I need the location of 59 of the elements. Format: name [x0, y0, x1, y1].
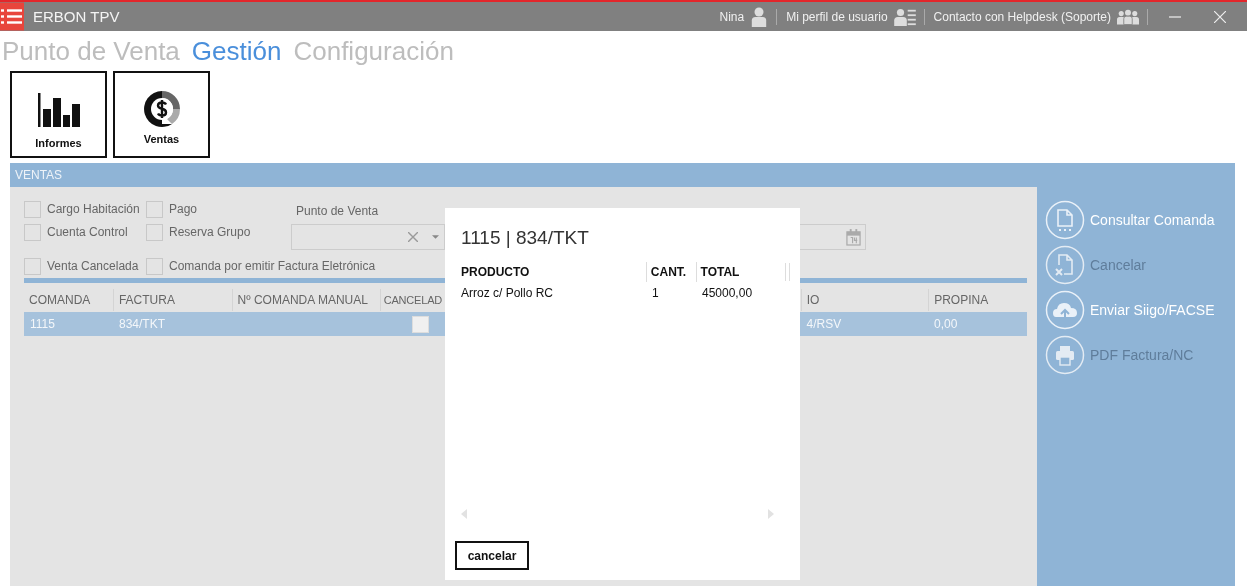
checkbox[interactable]: [24, 257, 41, 275]
checkbox-label: Cuenta Control: [47, 224, 128, 241]
checkbox-label: Cargo Habitación: [47, 201, 140, 218]
document-icon: [1045, 200, 1085, 240]
column-header: CANCELAD: [379, 289, 441, 311]
dollar-coin-icon: [141, 89, 182, 129]
header-link[interactable]: Mi perfil de usuario: [786, 9, 888, 24]
module-tile[interactable]: Informes: [10, 71, 107, 158]
checkbox[interactable]: [146, 224, 163, 241]
caret-icon[interactable]: [432, 235, 439, 239]
user-icon[interactable]: [750, 6, 769, 27]
profile-icon[interactable]: [893, 7, 916, 26]
panel-title: VENTAS: [14, 167, 64, 184]
table-cell-text: 1: [651, 286, 660, 300]
document-x-icon: [1045, 245, 1085, 285]
module-tile[interactable]: Ventas: [113, 71, 210, 158]
column-header: PRODUCTO: [461, 264, 531, 281]
checkbox[interactable]: [24, 224, 41, 241]
column-header: CANT.: [645, 262, 696, 282]
scroll-right-icon[interactable]: [768, 509, 774, 519]
checkbox[interactable]: [146, 257, 163, 275]
printer-icon: [1045, 335, 1085, 375]
menu-icon[interactable]: [0, 2, 24, 31]
dropdown-field[interactable]: [291, 224, 445, 250]
table-cell-text: 0,00: [933, 317, 959, 331]
checkbox-label: Reserva Grupo: [169, 224, 251, 241]
dialog-title: 1115 | 834/TKT: [461, 227, 590, 250]
table-cell-text: 4/RSV: [805, 317, 843, 331]
nav-tab[interactable]: Configuración: [293, 36, 454, 71]
table-cell-text: 834/TKT: [118, 317, 167, 331]
clear-icon[interactable]: [408, 232, 418, 242]
table-cell-text: Arroz c/ Pollo RC: [461, 286, 555, 300]
action-button[interactable]: Enviar Siigo/FACSE: [1045, 290, 1215, 330]
table-cell-text: 45000,00: [701, 286, 754, 300]
group-icon[interactable]: [1117, 7, 1139, 26]
checkbox[interactable]: [146, 201, 163, 218]
window-title: ERBON TPV: [33, 8, 120, 25]
calendar-icon[interactable]: [846, 228, 861, 246]
column-header: Nº COMANDA MANUAL: [231, 289, 380, 311]
nav-tab[interactable]: Gestión: [191, 36, 282, 71]
nav-tab[interactable]: Punto de Venta: [2, 36, 180, 71]
checkbox-label: Comanda por emitir Factura Eletrónica: [169, 257, 376, 275]
checkbox[interactable]: [24, 201, 41, 218]
checkbox-label: Pago: [169, 201, 198, 218]
column-header: PROPINA: [928, 289, 1027, 311]
cloud-upload-icon: [1045, 290, 1085, 330]
bar-chart-icon: [37, 93, 80, 127]
table-cell-text: 1115: [29, 317, 56, 331]
scroll-left-icon[interactable]: [461, 509, 467, 519]
close-icon[interactable]: [1214, 10, 1226, 23]
column-header: TOTAL: [695, 262, 785, 282]
field-label: Punto de Venta: [296, 204, 380, 220]
action-button[interactable]: Consultar Comanda: [1045, 200, 1215, 240]
cancel-button[interactable]: cancelar: [455, 541, 529, 570]
header-link[interactable]: Nina: [719, 9, 745, 24]
column-header: COMANDA: [28, 292, 92, 309]
checkbox-label: Venta Cancelada: [47, 257, 139, 275]
header-link[interactable]: Contacto con Helpdesk (Soporte): [933, 9, 1111, 24]
column-header: FACTURA: [112, 289, 232, 311]
